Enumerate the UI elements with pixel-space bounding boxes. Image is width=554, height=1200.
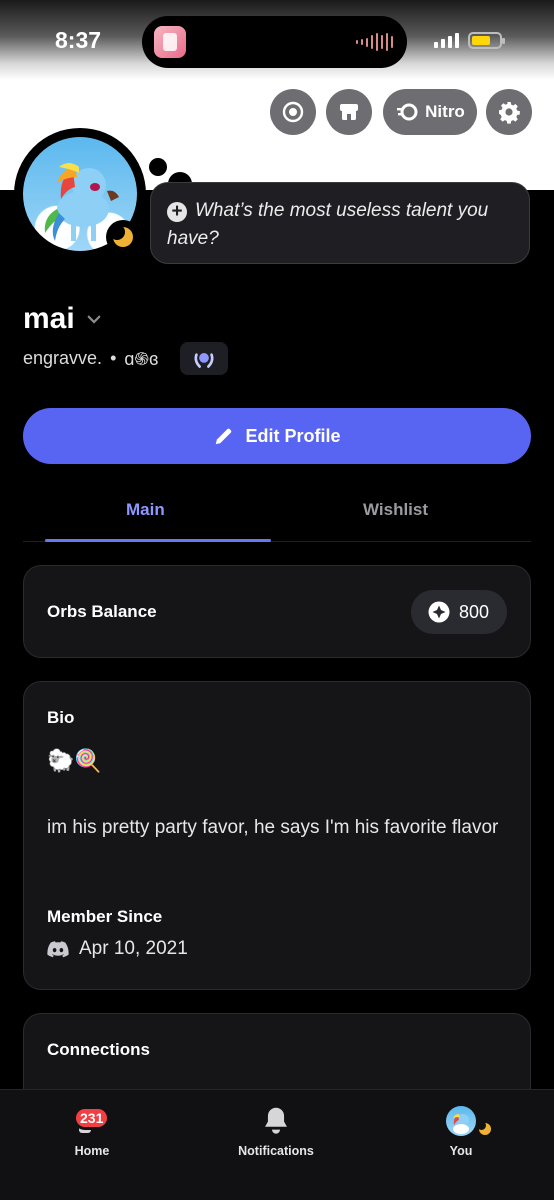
nitro-icon [397,103,418,121]
custom-status-bubble[interactable]: + What’s the most useless talent you have… [150,182,530,264]
settings-button[interactable] [486,89,532,135]
status-bar: 8:37 [0,0,554,80]
display-name-row[interactable]: mai [23,302,103,336]
orbs-balance-label: Orbs Balance [47,602,157,621]
separator-dot: • [110,348,117,368]
bio-emojis: 🐑🍭 [47,748,102,773]
profile-tabs: Main Wishlist [23,486,531,542]
cellular-signal-icon [434,33,459,48]
username-row: engravve. • ɑ֍ɞ [23,342,229,375]
profile-avatar[interactable] [14,128,146,260]
nav-you[interactable]: You [391,1104,531,1158]
edit-profile-button[interactable]: Edit Profile [23,408,531,464]
username: engravve. [23,348,103,368]
nav-notifications-label: Notifications [238,1144,314,1158]
audio-waveform-icon [356,33,393,51]
custom-status-prompt: What’s the most useless talent you have? [167,200,489,249]
bottom-navigation: Home 231 Notifications You [0,1089,554,1200]
chevron-down-icon [87,315,101,324]
now-playing-thumbnail [154,26,186,58]
bio-text: im his pretty party favor, he says I'm h… [47,817,499,838]
laurel-badge-icon [282,101,304,123]
nitro-badge-button[interactable] [270,89,316,135]
edit-profile-label: Edit Profile [245,425,341,446]
active-tab-indicator [45,539,271,542]
shop-icon [340,104,358,120]
nav-home-label: Home [74,1144,110,1158]
thought-dot-small [149,158,167,176]
bell-icon [265,1107,287,1134]
orb-icon [428,601,450,623]
add-status-icon: + [167,202,187,222]
nitro-profile-badge[interactable] [180,342,229,375]
unread-count-badge: 231 [73,1106,111,1130]
battery-icon [468,32,505,49]
laurel-badge-icon [194,352,214,368]
about-card: Bio 🐑🍭 im his pretty party favor, he say… [23,681,531,990]
pencil-icon [216,428,232,445]
nitro-label: Nitro [425,102,465,121]
connections-title: Connections [47,1040,150,1059]
display-name: mai [23,302,75,335]
pony-avatar-mini [453,1114,469,1134]
orbs-balance-card: Orbs Balance 800 [23,565,531,658]
pronouns: ɑ֍ɞ [124,348,159,369]
orbs-balance-pill[interactable]: 800 [410,590,507,634]
tab-wishlist[interactable]: Wishlist [363,500,428,520]
bio-title: Bio [47,708,75,727]
gear-icon [499,102,520,124]
member-since-row: Apr 10, 2021 [47,938,188,960]
member-since-date: Apr 10, 2021 [79,938,188,959]
tab-main[interactable]: Main [126,500,165,520]
shop-button[interactable] [326,89,372,135]
orbs-balance-value: 800 [458,601,489,622]
idle-status-icon [106,220,140,254]
idle-status-icon-small [476,1120,494,1138]
discord-logo-icon [47,941,69,958]
nitro-button[interactable]: Nitro [383,89,477,135]
dynamic-island[interactable] [142,16,407,68]
nav-avatar [446,1106,476,1136]
status-time: 8:37 [55,27,102,53]
nav-you-label: You [449,1144,473,1158]
member-since-title: Member Since [47,907,163,926]
nav-notifications[interactable]: Notifications [206,1104,346,1158]
